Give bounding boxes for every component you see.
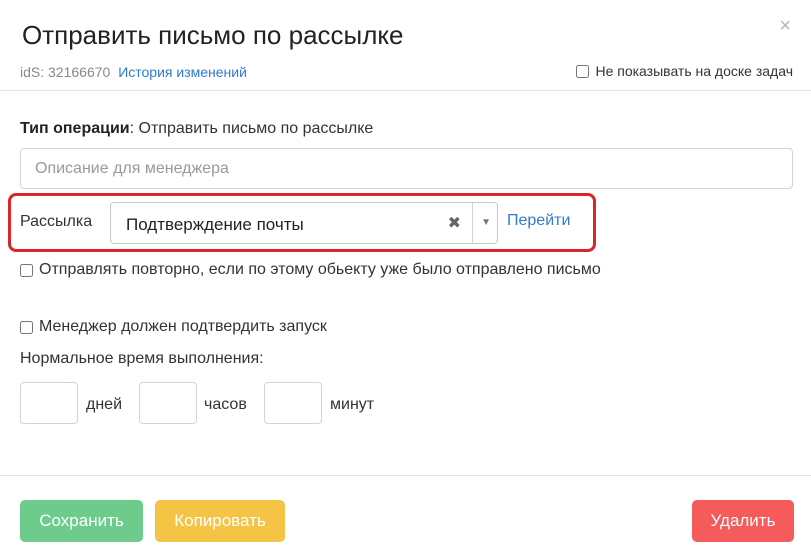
normal-time-label: Нормальное время выполнения: — [20, 350, 264, 367]
select-separator — [472, 203, 473, 243]
clear-icon[interactable]: ✖ — [448, 213, 461, 233]
modal-header: Отправить письмо по рассылке × idS: 3216… — [0, 0, 811, 91]
description-input[interactable] — [20, 148, 793, 189]
operation-type-value: : Отправить письмо по рассылке — [129, 120, 374, 137]
operation-type: Тип операции: Отправить письмо по рассыл… — [20, 120, 373, 138]
history-link[interactable]: История изменений — [118, 64, 247, 80]
minutes-input[interactable] — [264, 382, 322, 424]
goto-link[interactable]: Перейти — [507, 212, 570, 230]
manager-confirm-option[interactable]: Менеджер должен подтвердить запуск — [20, 318, 327, 336]
chevron-down-icon[interactable]: ▼ — [481, 217, 491, 228]
hide-board-checkbox[interactable] — [576, 64, 590, 78]
operation-type-label: Тип операции — [20, 120, 130, 137]
copy-button[interactable]: Копировать — [155, 500, 285, 542]
resend-checkbox[interactable] — [20, 263, 33, 277]
close-icon[interactable]: × — [779, 16, 791, 36]
modal-title: Отправить письмо по рассылке — [22, 20, 404, 50]
delete-button[interactable]: Удалить — [692, 500, 794, 542]
resend-option[interactable]: Отправлять повторно, если по этому обьек… — [20, 261, 601, 279]
manager-confirm-checkbox[interactable] — [20, 320, 33, 334]
hide-board-label: Не показывать на доске задач — [595, 63, 793, 79]
mailing-select[interactable]: Подтверждение почты ✖ ▼ — [110, 202, 498, 244]
hours-label: часов — [204, 396, 247, 413]
minutes-label: минут — [330, 396, 375, 413]
save-button[interactable]: Сохранить — [20, 500, 143, 542]
mailing-label: Рассылка — [20, 213, 93, 230]
hide-board-option[interactable]: Не показывать на доске задач — [576, 63, 793, 79]
manager-confirm-label: Менеджер должен подтвердить запуск — [39, 318, 327, 335]
meta-line: idS: 32166670 История изменений — [20, 64, 247, 80]
mailing-select-value: Подтверждение почты — [126, 215, 304, 234]
resend-label: Отправлять повторно, если по этому обьек… — [39, 261, 601, 278]
hours-input[interactable] — [139, 382, 197, 424]
days-label: дней — [86, 396, 123, 413]
days-input[interactable] — [20, 382, 78, 424]
record-id: idS: 32166670 — [20, 64, 111, 80]
